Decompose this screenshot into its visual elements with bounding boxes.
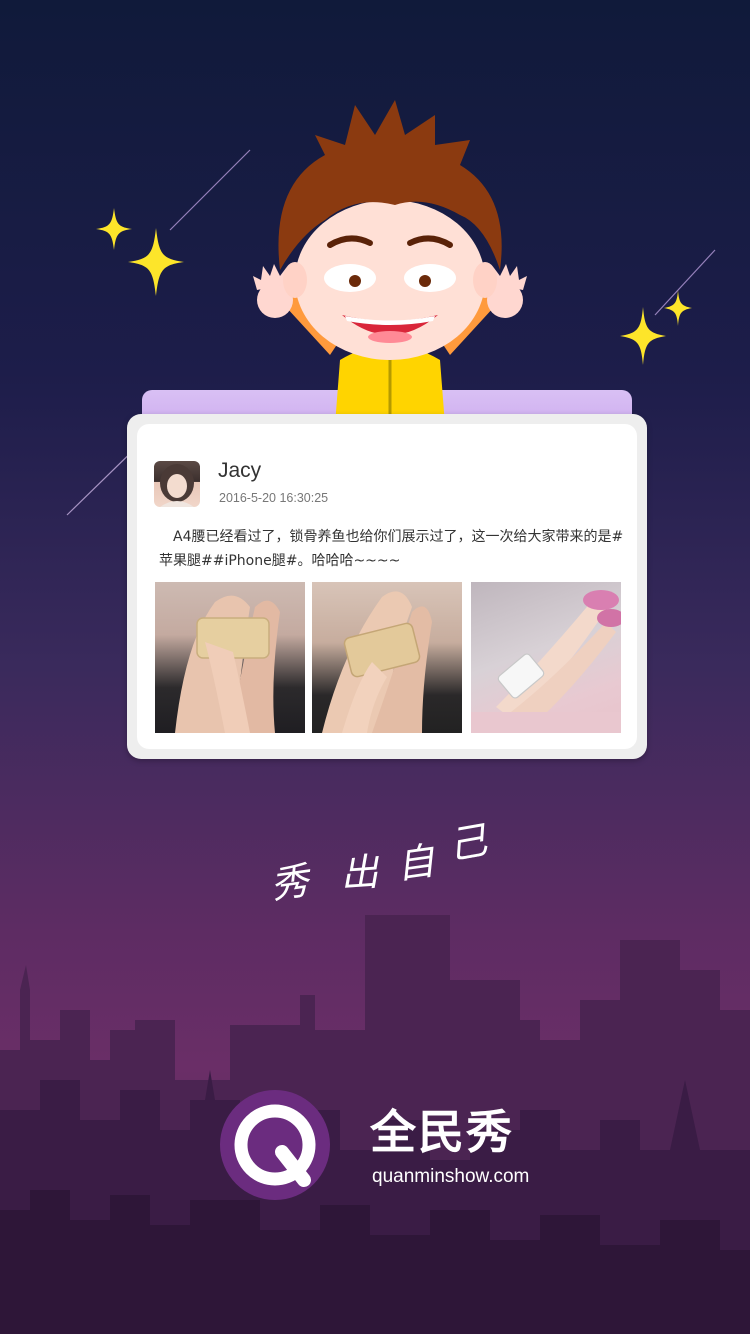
post-timestamp: 2016-5-20 16:30:25 bbox=[219, 491, 329, 505]
post-photo[interactable] bbox=[471, 582, 621, 733]
post-card[interactable]: Jacy 2016-5-20 16:30:25 A4腰已经看过了，锁骨养鱼也给你… bbox=[127, 414, 647, 759]
sparkle-icon bbox=[620, 307, 666, 365]
username[interactable]: Jacy bbox=[218, 459, 261, 483]
sparkle-icon bbox=[664, 290, 692, 326]
slogan-char: 秀 bbox=[267, 858, 312, 908]
sparkle-icon bbox=[96, 208, 132, 250]
slogan-char: 出 bbox=[338, 849, 380, 897]
post-photo[interactable] bbox=[155, 582, 305, 733]
brand-url[interactable]: quanminshow.com bbox=[372, 1166, 529, 1188]
slogan: 秀 出 自 己 bbox=[267, 808, 491, 908]
slogan-char: 自 bbox=[393, 838, 438, 888]
post-photo[interactable] bbox=[312, 582, 462, 733]
slogan-char: 己 bbox=[445, 817, 491, 868]
post-text: A4腰已经看过了，锁骨养鱼也给你们展示过了，这一次给大家带来的是#苹果腿##iP… bbox=[159, 529, 624, 569]
post-card-body: Jacy 2016-5-20 16:30:25 A4腰已经看过了，锁骨养鱼也给你… bbox=[137, 424, 637, 749]
q-logo-icon bbox=[220, 1090, 330, 1200]
sparkle-icon bbox=[128, 228, 184, 296]
brand-name: 全民秀 bbox=[370, 1105, 514, 1159]
avatar[interactable] bbox=[154, 461, 200, 507]
cartoon-boy-illustration bbox=[253, 100, 527, 425]
